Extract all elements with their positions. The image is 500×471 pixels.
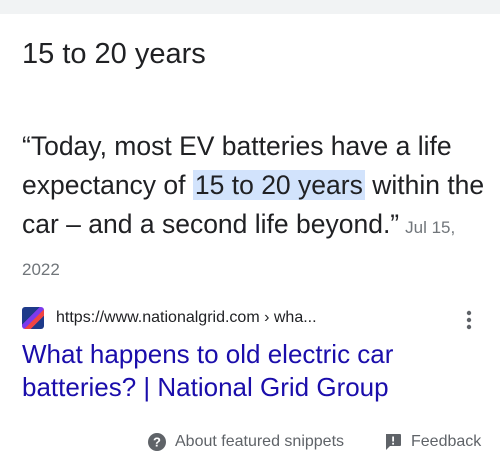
- feedback-button[interactable]: Feedback: [383, 430, 481, 454]
- source-url[interactable]: https://www.nationalgrid.com › wha...: [56, 309, 317, 327]
- quote-highlight: 15 to 20 years: [192, 170, 365, 200]
- result-title-link[interactable]: What happens to old electric car batteri…: [22, 338, 492, 404]
- featured-answer: 15 to 20 years: [22, 38, 206, 70]
- footer-bar: ? About featured snippets Feedback: [0, 430, 500, 454]
- source-row[interactable]: https://www.nationalgrid.com › wha...: [22, 307, 317, 329]
- feedback-label: Feedback: [411, 433, 482, 450]
- help-circle-icon: ?: [147, 432, 167, 452]
- more-vert-icon[interactable]: [461, 309, 477, 331]
- about-featured-snippets-label: About featured snippets: [175, 433, 345, 450]
- featured-quote: “Today, most EV batteries have a life ex…: [22, 127, 492, 289]
- feedback-icon: [383, 432, 403, 452]
- top-divider-band: [0, 0, 500, 14]
- about-featured-snippets-button[interactable]: ? About featured snippets: [147, 430, 344, 454]
- svg-text:?: ?: [153, 435, 161, 450]
- site-favicon-icon: [22, 307, 44, 329]
